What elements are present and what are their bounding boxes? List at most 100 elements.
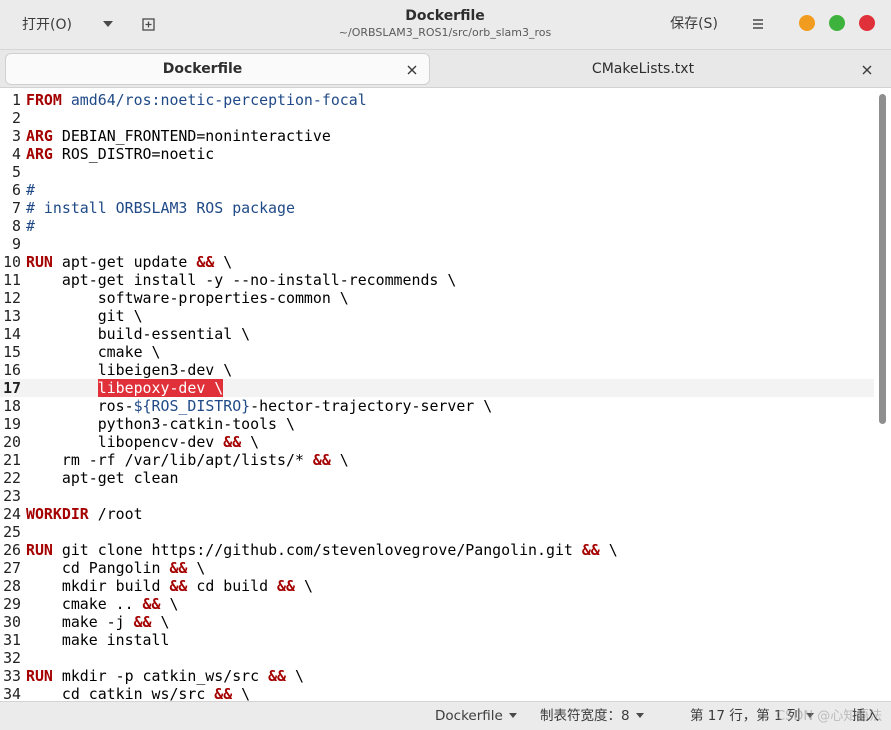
code-token: libeigen3-dev \	[26, 361, 233, 379]
minimize-button[interactable]	[799, 15, 815, 31]
code-line[interactable]: 32	[0, 649, 874, 667]
insert-mode-indicator[interactable]: 插入	[852, 702, 879, 730]
tab-width-selector[interactable]: 制表符宽度：8	[540, 702, 645, 730]
code-token: &&	[142, 595, 161, 613]
code-token: mkdir build	[26, 577, 170, 595]
scrollbar-thumb[interactable]	[879, 94, 886, 424]
code-line[interactable]: 15 cmake \	[0, 343, 874, 361]
code-line[interactable]: 13 git \	[0, 307, 874, 325]
code-token: &&	[196, 253, 215, 271]
code-line[interactable]: 30 make -j && \	[0, 613, 874, 631]
line-content: python3-catkin-tools \	[26, 415, 295, 433]
line-number: 9	[12, 235, 21, 253]
code-line[interactable]: 16 libeigen3-dev \	[0, 361, 874, 379]
close-icon[interactable]	[405, 62, 419, 76]
chevron-down-icon	[508, 702, 518, 730]
line-content: cd catkin_ws/src && \	[26, 685, 250, 701]
code-line[interactable]: 7 # install ORBSLAM3 ROS package	[0, 199, 874, 217]
code-line[interactable]: 5	[0, 163, 874, 181]
code-line[interactable]: 9	[0, 235, 874, 253]
line-number: 28	[3, 577, 21, 595]
code-token: amd64/ros:noetic-perception-focal	[70, 91, 367, 109]
line-content: mkdir build && cd build && \	[26, 577, 313, 595]
code-line[interactable]: 31 make install	[0, 631, 874, 649]
code-token: mkdir -p catkin_ws/src	[52, 667, 269, 685]
code-line[interactable]: 34 cd catkin_ws/src && \	[0, 685, 874, 701]
tab-cmakelists[interactable]: CMakeLists.txt	[432, 54, 884, 84]
tab-label: Dockerfile	[162, 61, 243, 77]
line-content: cmake \	[26, 343, 161, 361]
line-number: 19	[3, 415, 21, 433]
code-line[interactable]: 8 #	[0, 217, 874, 235]
code-token: \	[599, 541, 618, 559]
code-token: \	[160, 595, 179, 613]
close-icon[interactable]	[860, 62, 874, 76]
code-line[interactable]: 20 libopencv-dev && \	[0, 433, 874, 451]
tab-dockerfile[interactable]: Dockerfile	[6, 54, 429, 84]
code-line[interactable]: 12 software-properties-common \	[0, 289, 874, 307]
code-line[interactable]: 25	[0, 523, 874, 541]
hamburger-menu-icon[interactable]	[746, 13, 770, 35]
code-line[interactable]: 22 apt-get clean	[0, 469, 874, 487]
code-line[interactable]: 21 rm -rf /var/lib/apt/lists/* && \	[0, 451, 874, 469]
code-line[interactable]: 3 ARG DEBIAN_FRONTEND=noninteractive	[0, 127, 874, 145]
code-token: \	[330, 451, 349, 469]
open-button[interactable]: 打开(O)	[10, 9, 128, 39]
code-token: cd catkin_ws/src	[26, 685, 215, 701]
code-line[interactable]: 26 RUN git clone https://github.com/steve…	[0, 541, 874, 559]
code-line[interactable]: 18 ros-${ROS_DISTRO}-hector-trajectory-s…	[0, 397, 874, 415]
code-line[interactable]: 4 ARG ROS_DISTRO=noetic	[0, 145, 874, 163]
line-content: ARG ROS_DISTRO=noetic	[26, 145, 214, 163]
code-line[interactable]: 10 RUN apt-get update && \	[0, 253, 874, 271]
open-button-label: 打开(O)	[22, 17, 72, 33]
code-token: libopencv-dev	[26, 433, 224, 451]
code-line[interactable]: 24 WORKDIR /root	[0, 505, 874, 523]
code-token: cmake \	[26, 343, 161, 361]
line-number: 17	[3, 379, 21, 397]
selected-text: libepoxy-dev \	[97, 379, 224, 397]
code-line[interactable]: 17 libepoxy-dev \	[0, 379, 874, 397]
code-line[interactable]: 28 mkdir build && cd build && \	[0, 577, 874, 595]
vertical-scrollbar[interactable]	[876, 94, 888, 700]
code-line[interactable]: 23	[0, 487, 874, 505]
code-area[interactable]: 1 FROM amd64/ros:noetic-perception-focal 2…	[0, 91, 874, 701]
new-tab-icon[interactable]	[138, 13, 160, 35]
code-line[interactable]: 27 cd Pangolin && \	[0, 559, 874, 577]
line-number: 31	[3, 631, 21, 649]
line-content: cd Pangolin && \	[26, 559, 205, 577]
code-token: ARG	[26, 127, 53, 145]
maximize-button[interactable]	[829, 15, 845, 31]
code-line[interactable]: 14 build-essential \	[0, 325, 874, 343]
line-number: 14	[3, 325, 21, 343]
line-content: WORKDIR /root	[26, 505, 143, 523]
code-line[interactable]: 19 python3-catkin-tools \	[0, 415, 874, 433]
code-line[interactable]: 1 FROM amd64/ros:noetic-perception-focal	[0, 91, 874, 109]
code-token: /root	[88, 505, 143, 523]
line-number: 5	[12, 163, 21, 181]
save-button[interactable]: 保存(S)	[662, 12, 726, 36]
code-token: apt-get update	[52, 253, 197, 271]
code-token: &&	[277, 577, 295, 595]
code-line[interactable]: 29 cmake .. && \	[0, 595, 874, 613]
text-editor[interactable]: 1 FROM amd64/ros:noetic-perception-focal 2…	[0, 89, 891, 701]
code-line[interactable]: 6 #	[0, 181, 874, 199]
code-line[interactable]: 11 apt-get install -y --no-install-recom…	[0, 271, 874, 289]
line-content: RUN apt-get update && \	[26, 253, 232, 271]
code-token: git clone https://github.com/stevenloveg…	[52, 541, 582, 559]
code-line[interactable]: 2	[0, 109, 874, 127]
close-window-button[interactable]	[859, 15, 875, 31]
code-token: apt-get clean	[26, 469, 179, 487]
code-token: cd Pangolin	[26, 559, 170, 577]
code-token: &&	[581, 541, 600, 559]
code-token: #	[26, 181, 35, 199]
code-token: RUN	[26, 541, 53, 559]
chevron-down-icon[interactable]	[102, 18, 114, 34]
line-number: 32	[3, 649, 21, 667]
code-token: \	[232, 685, 251, 701]
line-content: build-essential \	[26, 325, 250, 343]
code-line[interactable]: 33 RUN mkdir -p catkin_ws/src && \	[0, 667, 874, 685]
code-token: git \	[26, 307, 143, 325]
language-selector[interactable]: Dockerfile	[435, 702, 518, 730]
tab-width-label: 制表符宽度：8	[540, 708, 630, 724]
